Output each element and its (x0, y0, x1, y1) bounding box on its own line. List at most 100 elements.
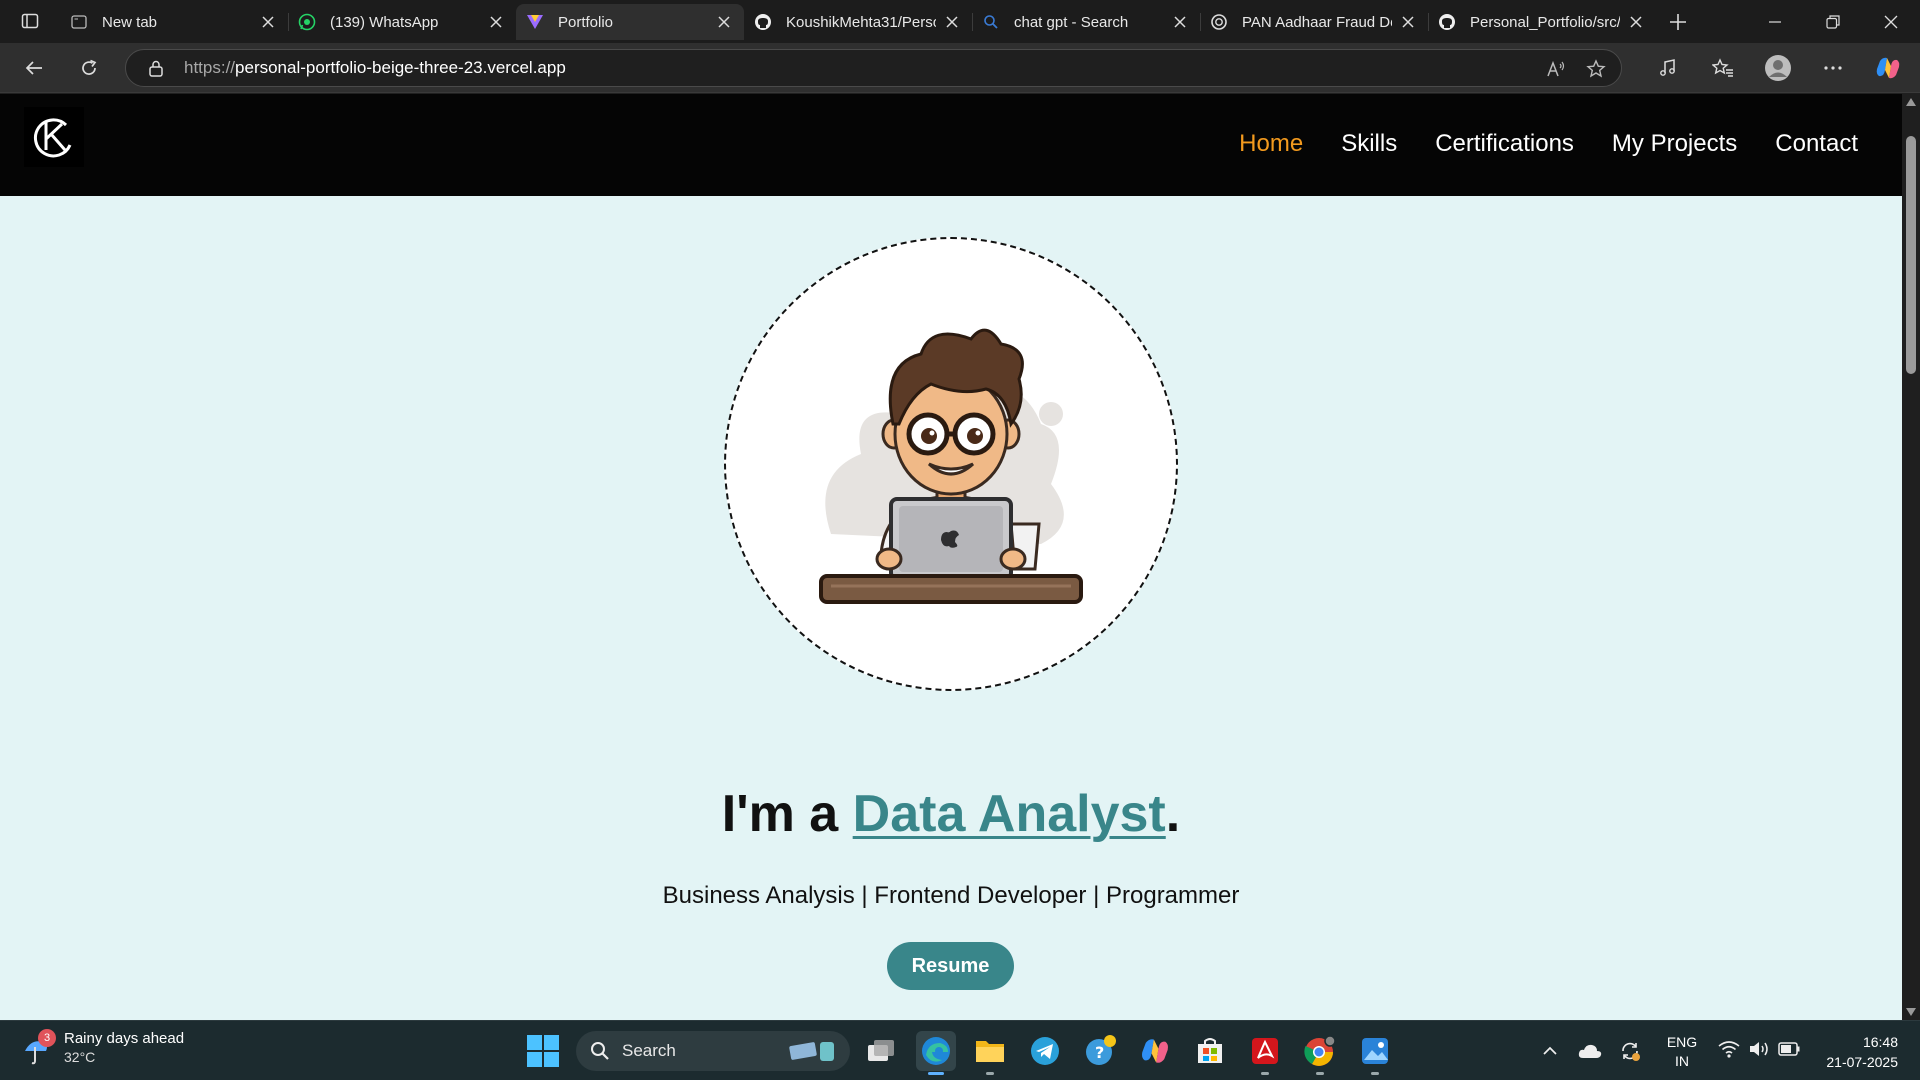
svg-text:?: ? (1095, 1043, 1104, 1062)
show-hidden-icons-button[interactable] (1530, 1031, 1570, 1071)
input-language-indicator[interactable]: ENG IN (1662, 1033, 1702, 1071)
taskbar-telegram[interactable] (1025, 1031, 1065, 1071)
minimize-icon (1769, 20, 1781, 23)
battery-icon[interactable] (1778, 1037, 1800, 1061)
tab-title: Personal_Portfolio/src/ (1470, 13, 1620, 31)
weather-widget[interactable]: 3 Rainy days ahead 32°C (22, 1029, 184, 1067)
more-options-button[interactable] (1805, 51, 1860, 85)
close-icon[interactable] (1398, 12, 1418, 32)
close-icon[interactable] (714, 12, 734, 32)
nav-link-contact[interactable]: Contact (1775, 130, 1858, 158)
back-button[interactable] (16, 51, 52, 85)
acrobat-icon (1252, 1038, 1278, 1064)
close-icon[interactable] (942, 12, 962, 32)
close-icon[interactable] (258, 12, 278, 32)
close-icon[interactable] (486, 12, 506, 32)
refresh-button[interactable] (71, 51, 107, 85)
close-icon (1884, 15, 1898, 28)
url-text[interactable]: https://personal-portfolio-beige-three-2… (184, 58, 566, 78)
scrollbar-thumb[interactable] (1906, 136, 1916, 374)
resume-button[interactable]: Resume (887, 942, 1014, 990)
page-scrollbar[interactable] (1902, 94, 1920, 1020)
taskbar-search-box[interactable]: Search (576, 1031, 850, 1071)
chrome-icon (1304, 1035, 1336, 1066)
lock-icon[interactable] (146, 58, 166, 78)
nav-link-skills[interactable]: Skills (1341, 130, 1397, 158)
headline-role: Data Analyst (852, 785, 1166, 843)
copilot-button[interactable] (1860, 51, 1915, 85)
sync-status-button[interactable] (1610, 1031, 1650, 1071)
nav-link-certifications[interactable]: Certifications (1435, 130, 1574, 158)
windows-taskbar: 3 Rainy days ahead 32°C Search ? ENG IN … (0, 1020, 1920, 1080)
read-aloud-button[interactable] (1545, 58, 1567, 80)
url-host: personal-portfolio-beige-three-23.vercel… (235, 58, 566, 77)
volume-icon[interactable] (1748, 1037, 1770, 1061)
close-window-button[interactable] (1862, 0, 1920, 43)
tab-title: KoushikMehta31/Perso (786, 13, 936, 31)
taskbar-edge[interactable] (916, 1031, 956, 1075)
copilot-icon (1876, 57, 1899, 79)
address-bar[interactable]: https://personal-portfolio-beige-three-2… (125, 49, 1622, 87)
language-code: ENG (1666, 1034, 1698, 1050)
taskbar-helper-app[interactable]: ? (1080, 1031, 1120, 1071)
scroll-down-arrow-icon[interactable] (1906, 1008, 1916, 1016)
start-button[interactable] (526, 1034, 560, 1068)
wifi-icon[interactable] (1718, 1037, 1740, 1061)
media-control-button[interactable] (1640, 51, 1695, 85)
helper-app-icon: ? (1086, 1035, 1116, 1065)
onedrive-button[interactable] (1570, 1031, 1610, 1071)
close-icon[interactable] (1626, 12, 1646, 32)
search-icon (590, 1041, 610, 1061)
taskbar-copilot[interactable] (1135, 1031, 1175, 1071)
tab-title: New tab (102, 13, 158, 31)
site-logo[interactable] (24, 107, 84, 167)
whatsapp-icon (298, 13, 316, 31)
taskbar-photos[interactable] (1355, 1031, 1395, 1075)
openai-icon (1210, 13, 1228, 31)
github-icon (754, 13, 772, 31)
tab-bing-search[interactable]: chat gpt - Search (972, 4, 1200, 40)
tab-actions-icon (21, 13, 39, 29)
clock-date: 21-07-2025 (1826, 1054, 1898, 1070)
plus-icon (1670, 14, 1686, 30)
search-highlight-icon (788, 1039, 840, 1063)
taskbar-microsoft-store[interactable] (1190, 1031, 1230, 1071)
browser-tab-strip: New tab (139) WhatsApp Portfolio Koushik… (0, 0, 1920, 43)
hero-headline: I'm a Data Analyst. (0, 784, 1902, 844)
refresh-icon (82, 59, 97, 75)
tab-github-src[interactable]: Personal_Portfolio/src/ (1428, 4, 1656, 40)
telegram-icon (1031, 1037, 1059, 1065)
taskbar-chrome[interactable] (1300, 1031, 1340, 1075)
tab-github-repo[interactable]: KoushikMehta31/Perso (744, 4, 972, 40)
tab-new-tab[interactable]: New tab (60, 4, 288, 40)
nav-link-my-projects[interactable]: My Projects (1612, 130, 1737, 158)
restore-button[interactable] (1804, 0, 1862, 43)
page-viewport: Home Skills Certifications My Projects C… (0, 94, 1902, 1020)
nav-link-home[interactable]: Home (1239, 130, 1303, 158)
favorites-button[interactable] (1695, 51, 1750, 85)
running-indicator (1261, 1072, 1269, 1075)
tab-whatsapp[interactable]: (139) WhatsApp (288, 4, 516, 40)
taskbar-file-explorer[interactable] (970, 1031, 1010, 1075)
profile-button[interactable] (1750, 51, 1805, 85)
new-tab-page-icon (70, 13, 88, 31)
task-view-button[interactable] (861, 1031, 901, 1071)
system-clock[interactable]: 16:48 21-07-2025 (1826, 1032, 1898, 1072)
new-tab-button[interactable] (1662, 6, 1694, 38)
developer-avatar-illustration (819, 328, 1083, 604)
running-indicator (928, 1072, 944, 1075)
tab-actions-button[interactable] (10, 6, 50, 36)
scroll-up-arrow-icon[interactable] (1906, 98, 1916, 106)
close-icon[interactable] (1170, 12, 1190, 32)
file-explorer-icon (976, 1041, 1004, 1062)
hero-subtitle: Business Analysis | Frontend Developer |… (662, 882, 1240, 909)
taskbar-acrobat[interactable] (1245, 1031, 1285, 1075)
tab-portfolio[interactable]: Portfolio (516, 4, 744, 40)
headline-suffix: . (1165, 785, 1181, 843)
tab-chatgpt[interactable]: PAN Aadhaar Fraud De (1200, 4, 1428, 40)
minimize-button[interactable] (1746, 0, 1804, 43)
profile-avatar-frame (724, 237, 1178, 691)
browser-toolbar: https://personal-portfolio-beige-three-2… (0, 43, 1920, 93)
headline-prefix: I'm a (721, 785, 853, 843)
favorite-button[interactable] (1585, 58, 1607, 80)
